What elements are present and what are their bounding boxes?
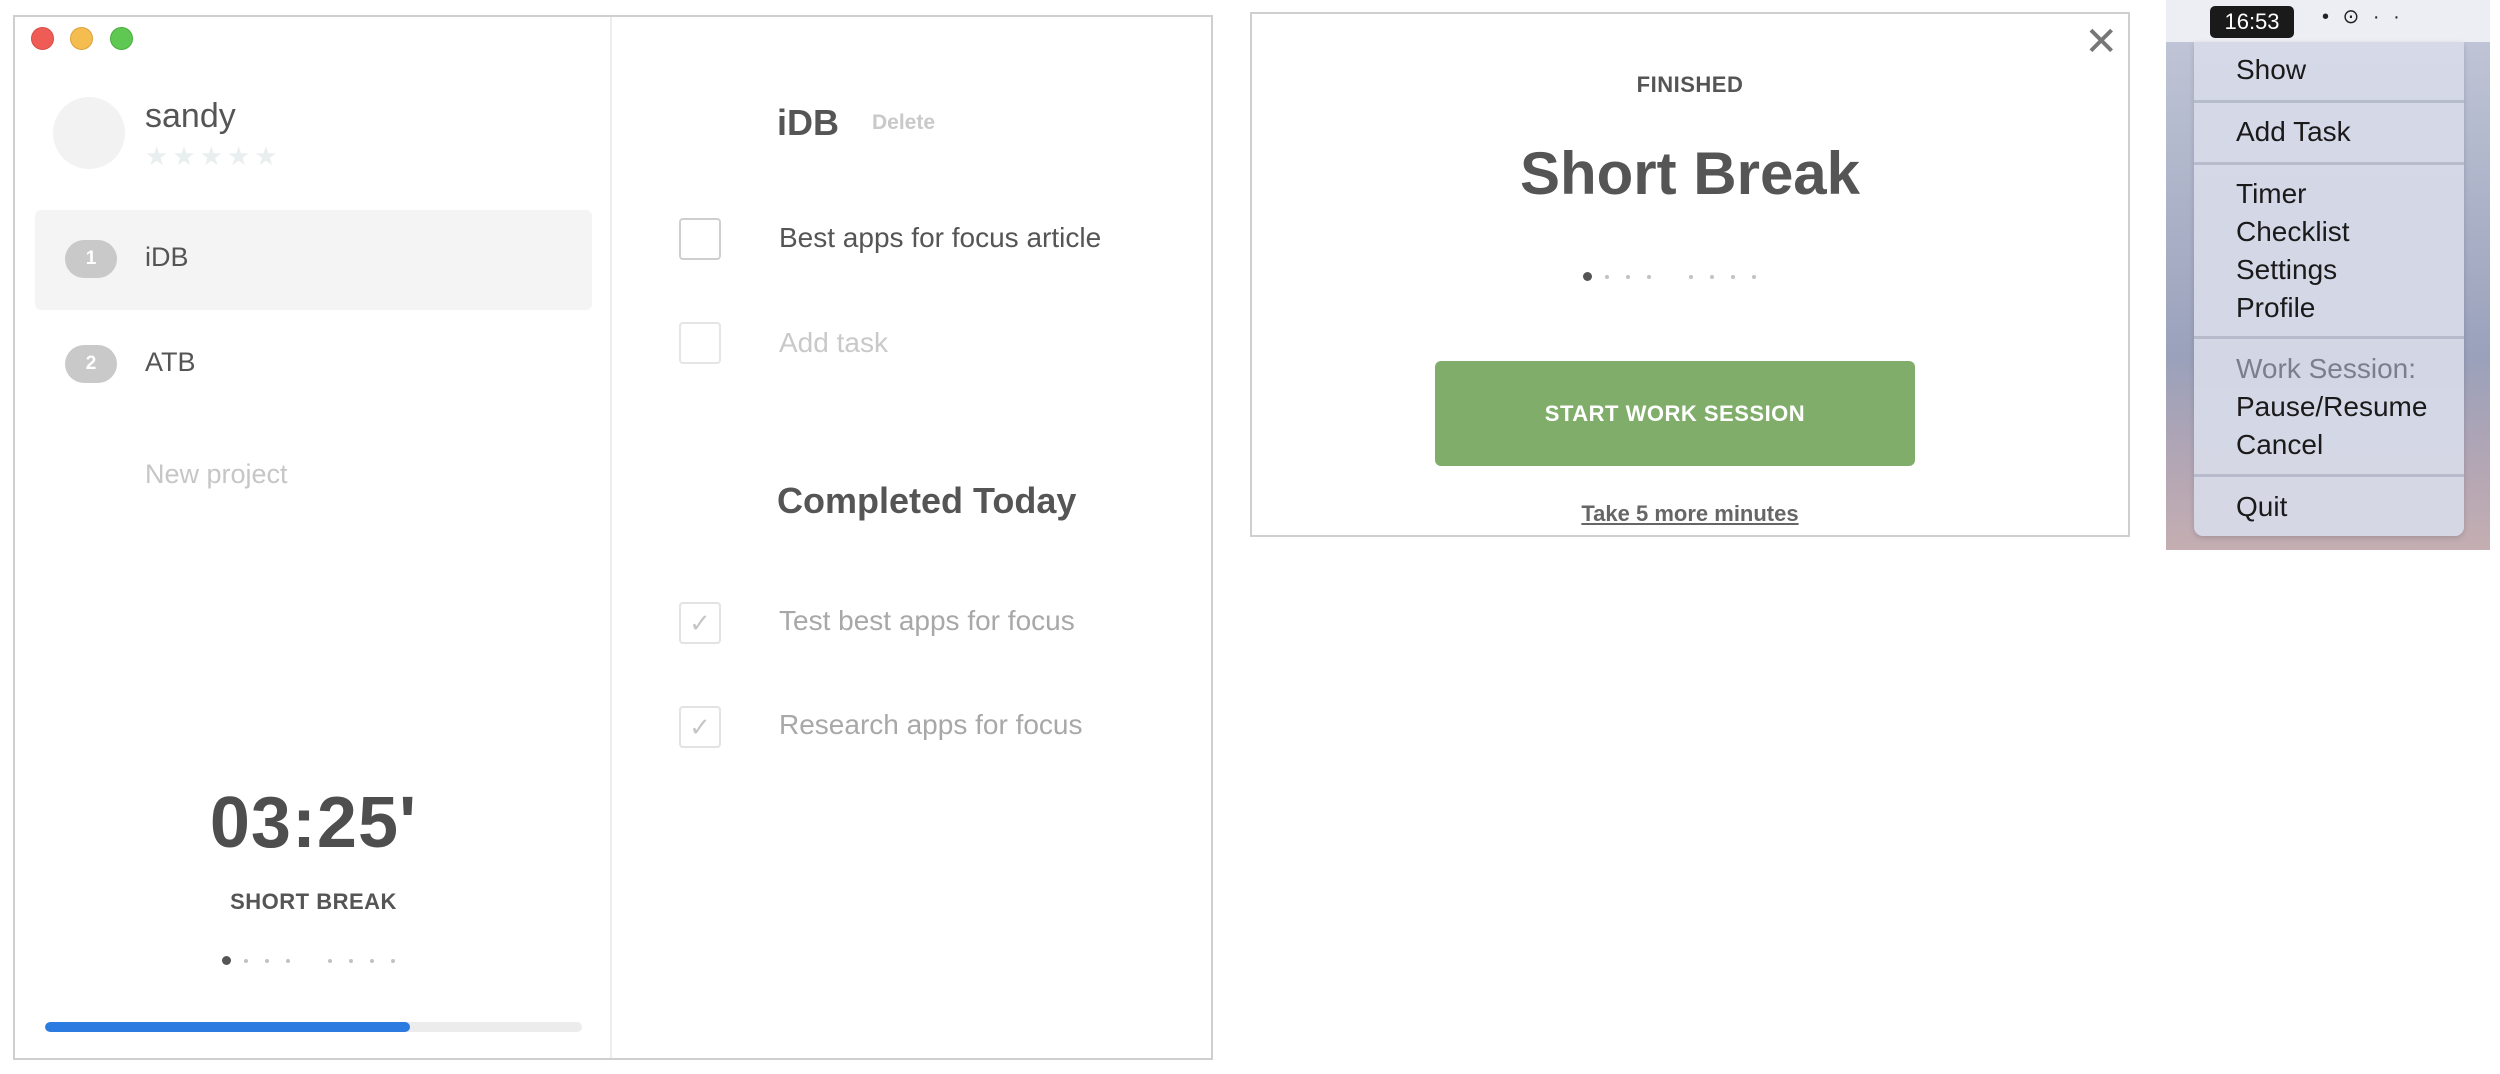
session-dot xyxy=(370,958,374,963)
timer-mode-label: SHORT BREAK xyxy=(230,889,397,914)
menu-item-checklist[interactable]: Checklist xyxy=(2236,214,2350,250)
session-dot xyxy=(328,958,332,963)
project-number-badge: 1 xyxy=(65,240,117,278)
session-dot xyxy=(1710,274,1714,279)
menu-item-add-task[interactable]: Add Task xyxy=(2236,114,2351,150)
session-dot xyxy=(286,958,290,963)
menubar: 16:53 • ⊙ · · xyxy=(2166,0,2490,42)
completed-task-label: Test best apps for focus xyxy=(779,605,1075,636)
task-pane: iDB Delete Best apps for focus article A… xyxy=(614,17,1211,1058)
project-item-atb[interactable]: 2 ATB xyxy=(35,315,592,415)
menu-item-show[interactable]: Show xyxy=(2236,52,2306,88)
menu-item-profile[interactable]: Profile xyxy=(2236,290,2315,326)
session-dot xyxy=(391,958,395,963)
status-label: FINISHED xyxy=(1636,72,1744,97)
session-dot-current xyxy=(222,956,231,965)
project-label: iDB xyxy=(145,242,189,272)
menubar-panel: 16:53 • ⊙ · · Show Add Task Timer Checkl… xyxy=(2166,0,2490,550)
session-dot xyxy=(1752,274,1756,279)
menu-separator xyxy=(2194,336,2464,339)
sidebar: sandy ★ ★ ★ ★ ★ 1 iDB 2 ATB New project … xyxy=(15,17,612,1058)
timer-display: 03:25' xyxy=(209,783,418,863)
rating-stars: ★ ★ ★ ★ ★ xyxy=(145,143,278,169)
session-dot xyxy=(1647,274,1651,279)
session-dot xyxy=(1626,274,1630,279)
session-dot xyxy=(1605,274,1609,279)
task-label[interactable]: Best apps for focus article xyxy=(779,222,1101,254)
menu-item-quit[interactable]: Quit xyxy=(2236,489,2287,525)
project-number-badge: 2 xyxy=(65,345,117,383)
menu-item-cancel[interactable]: Cancel xyxy=(2236,427,2323,463)
take-more-minutes-link[interactable]: Take 5 more minutes xyxy=(1252,501,2128,527)
session-dot xyxy=(1689,274,1693,279)
menubar-status-icons[interactable]: • ⊙ · · xyxy=(2322,4,2404,29)
delete-project-link[interactable]: Delete xyxy=(872,111,935,135)
session-progress-bar xyxy=(45,1022,582,1032)
menu-section-work-session: Work Session: xyxy=(2236,353,2416,384)
star-icon: ★ xyxy=(199,141,223,171)
menu-item-pause-resume[interactable]: Pause/Resume xyxy=(2236,389,2427,425)
menu-item-settings[interactable]: Settings xyxy=(2236,252,2337,288)
star-icon: ★ xyxy=(254,141,278,171)
session-dots xyxy=(1583,272,1756,281)
avatar[interactable] xyxy=(53,97,125,169)
star-icon: ★ xyxy=(145,141,169,171)
add-task-input[interactable]: Add task xyxy=(779,327,888,359)
add-task-checkbox xyxy=(679,322,721,364)
session-dot-current xyxy=(1583,272,1592,281)
star-icon: ★ xyxy=(226,141,251,171)
completed-task-checkbox[interactable]: ✓ xyxy=(679,706,721,748)
completed-task-checkbox[interactable]: ✓ xyxy=(679,602,721,644)
main-window: sandy ★ ★ ★ ★ ★ 1 iDB 2 ATB New project … xyxy=(13,15,1213,1060)
dialog-title: Short Break xyxy=(1519,140,1861,207)
app-menu: Show Add Task Timer Checklist Settings P… xyxy=(2194,42,2464,536)
menu-item-timer[interactable]: Timer xyxy=(2236,176,2307,212)
start-work-session-button[interactable]: START WORK SESSION xyxy=(1435,361,1915,466)
project-item-idb[interactable]: 1 iDB xyxy=(35,210,592,310)
session-dot xyxy=(349,958,353,963)
finished-dialog: ✕ FINISHED Short Break START WORK SESSIO… xyxy=(1250,12,2130,537)
menu-separator xyxy=(2194,162,2464,165)
session-dot xyxy=(265,958,269,963)
menu-separator xyxy=(2194,100,2464,103)
close-icon[interactable]: ✕ xyxy=(2084,22,2118,62)
project-label: ATB xyxy=(145,347,196,377)
menu-separator xyxy=(2194,474,2464,477)
session-dot xyxy=(1731,274,1735,279)
star-icon: ★ xyxy=(172,141,196,171)
completed-today-heading: Completed Today xyxy=(777,480,1077,521)
session-dots xyxy=(222,956,395,965)
menubar-timer-item[interactable]: 16:53 xyxy=(2210,6,2294,38)
project-title: iDB xyxy=(777,102,839,143)
session-progress-fill xyxy=(45,1022,411,1032)
new-project-input[interactable]: New project xyxy=(145,459,288,490)
completed-task-label: Research apps for focus xyxy=(779,709,1083,740)
task-checkbox[interactable] xyxy=(679,218,721,260)
user-name: sandy xyxy=(145,97,236,135)
session-dot xyxy=(244,958,248,963)
